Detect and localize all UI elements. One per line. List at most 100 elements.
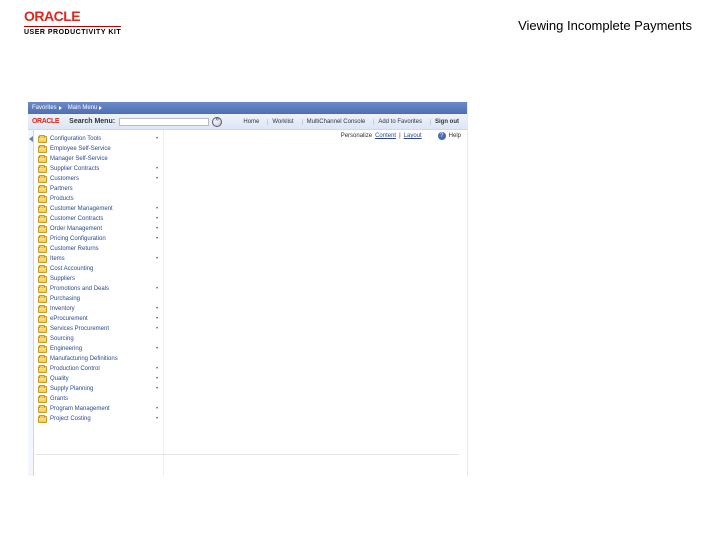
help-icon[interactable]: ? xyxy=(438,132,446,140)
menu-item-label: Customer Management xyxy=(50,205,113,214)
folder-icon xyxy=(38,136,47,143)
menu-item[interactable]: Customer Contracts• xyxy=(38,214,159,224)
folder-icon xyxy=(38,386,47,393)
menu-item[interactable]: Configuration Tools• xyxy=(38,134,159,144)
favorites-label: Favorites xyxy=(32,105,57,111)
menu-item[interactable]: Program Management• xyxy=(38,404,159,414)
collapse-sidebar-handle[interactable] xyxy=(28,130,34,476)
folder-icon xyxy=(38,246,47,253)
folder-icon xyxy=(38,336,47,343)
link-worklist[interactable]: Worklist xyxy=(267,119,297,125)
link-signout[interactable]: Sign out xyxy=(430,119,463,125)
menu-item[interactable]: Promotions and Deals• xyxy=(38,284,159,294)
folder-icon xyxy=(38,216,47,223)
folder-icon xyxy=(38,396,47,403)
menu-item[interactable]: Supplier Contracts • xyxy=(38,164,159,174)
menu-item-label: Items xyxy=(50,255,65,264)
menu-item[interactable]: Sourcing xyxy=(38,334,159,344)
inner-oracle-logo: ORACLE xyxy=(32,118,59,125)
folder-icon xyxy=(38,276,47,283)
menu-item[interactable]: Project Costing• xyxy=(38,414,159,424)
main-menu[interactable]: Main Menu xyxy=(68,105,103,111)
footer-divider xyxy=(36,454,459,455)
expand-indicator-icon: • xyxy=(156,228,159,231)
expand-indicator-icon: • xyxy=(156,258,159,261)
folder-icon xyxy=(38,196,47,203)
menu-item-label: Program Management xyxy=(50,405,110,414)
brand-product: USER PRODUCTIVITY KIT xyxy=(24,26,121,36)
menu-item[interactable]: Order Management• xyxy=(38,224,159,234)
menu-item[interactable]: Engineering • xyxy=(38,344,159,354)
folder-icon xyxy=(38,366,47,373)
expand-indicator-icon: • xyxy=(156,208,159,211)
menu-item-label: Pricing Configuration xyxy=(50,235,106,244)
menu-item[interactable]: Purchasing xyxy=(38,294,159,304)
menu-item[interactable]: Customers • xyxy=(38,174,159,184)
link-add-favorites[interactable]: Add to Favorites xyxy=(373,119,426,125)
menu-item-label: eProcurement xyxy=(50,315,88,324)
folder-icon xyxy=(38,376,47,383)
folder-icon xyxy=(38,406,47,413)
chevron-down-icon xyxy=(59,106,62,110)
folder-icon xyxy=(38,346,47,353)
menu-item-label: Inventory xyxy=(50,305,75,314)
folder-icon xyxy=(38,186,47,193)
help-link[interactable]: Help xyxy=(449,133,461,139)
main-menu-label: Main Menu xyxy=(68,105,98,111)
menu-item[interactable]: Quality• xyxy=(38,374,159,384)
menu-item[interactable]: Suppliers xyxy=(38,274,159,284)
search-go-button[interactable] xyxy=(212,117,222,127)
folder-icon xyxy=(38,226,47,233)
menu-item[interactable]: Employee Self-Service xyxy=(38,144,159,154)
top-links: Home Worklist MultiChannel Console Add t… xyxy=(239,119,463,125)
expand-indicator-icon: • xyxy=(156,388,159,391)
menu-item-label: Customers xyxy=(50,175,79,184)
folder-icon xyxy=(38,316,47,323)
menu-item-label: Quality xyxy=(50,375,69,384)
menu-item-label: Supplier Contracts xyxy=(50,165,99,174)
menu-item[interactable]: Customer Returns xyxy=(38,244,159,254)
menu-item[interactable]: Cost Accounting xyxy=(38,264,159,274)
menu-item[interactable]: Products xyxy=(38,194,159,204)
menu-item-label: Engineering xyxy=(50,345,82,354)
favorites-menu[interactable]: Favorites xyxy=(32,105,62,111)
menu-item-label: Customer Returns xyxy=(50,245,99,254)
menu-item[interactable]: Production Control• xyxy=(38,364,159,374)
menu-item-label: Project Costing xyxy=(50,415,91,424)
personalize-layout-link[interactable]: Layout xyxy=(404,133,422,139)
menu-item[interactable]: Pricing Configuration• xyxy=(38,234,159,244)
folder-icon xyxy=(38,176,47,183)
expand-indicator-icon: • xyxy=(156,348,159,351)
menu-item[interactable]: Grants xyxy=(38,394,159,404)
menu-item[interactable]: Items • xyxy=(38,254,159,264)
expand-indicator-icon: • xyxy=(156,318,159,321)
menu-item[interactable]: Inventory • xyxy=(38,304,159,314)
expand-indicator-icon: • xyxy=(156,178,159,181)
menu-item[interactable]: Customer Management • xyxy=(38,204,159,214)
menu-item-label: Manager Self-Service xyxy=(50,155,108,164)
menu-item[interactable]: Manufacturing Definitions xyxy=(38,354,159,364)
expand-indicator-icon: • xyxy=(156,328,159,331)
menu-item[interactable]: Supply Planning• xyxy=(38,384,159,394)
page-title: Viewing Incomplete Payments xyxy=(518,18,692,33)
folder-icon xyxy=(38,296,47,303)
menu-item-label: Cost Accounting xyxy=(50,265,93,274)
expand-indicator-icon: • xyxy=(156,168,159,171)
personalize-content-link[interactable]: Content xyxy=(375,133,396,139)
expand-indicator-icon: • xyxy=(156,308,159,311)
app-panel: Favorites Main Menu ORACLE Search Menu: … xyxy=(28,102,468,476)
link-home[interactable]: Home xyxy=(239,119,263,125)
brand-block: ORACLE USER PRODUCTIVITY KIT xyxy=(24,8,121,36)
menu-item[interactable]: Partners xyxy=(38,184,159,194)
menu-item-label: Purchasing xyxy=(50,295,80,304)
app-body: Configuration Tools•Employee Self-Servic… xyxy=(28,130,467,476)
personalize-label: Personalize xyxy=(341,133,372,139)
menu-item[interactable]: Manager Self-Service xyxy=(38,154,159,164)
folder-icon xyxy=(38,286,47,293)
menu-item[interactable]: eProcurement • xyxy=(38,314,159,324)
search-input[interactable] xyxy=(119,118,209,126)
menu-item-label: Promotions and Deals xyxy=(50,285,109,294)
folder-icon xyxy=(38,326,47,333)
link-multichannel[interactable]: MultiChannel Console xyxy=(302,119,370,125)
menu-item[interactable]: Services Procurement• xyxy=(38,324,159,334)
